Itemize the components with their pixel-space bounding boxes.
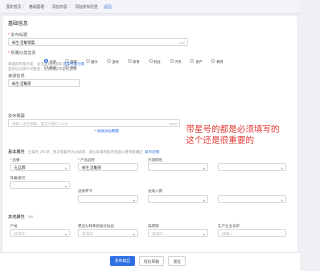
attr-label-audience: 适用人群: [148, 189, 163, 193]
radio-icon: [211, 59, 216, 63]
attr-label-color: 外观颜色: [148, 158, 163, 162]
chevron-down-icon: ▾: [280, 197, 283, 203]
attr-select-8[interactable]: ▾: [218, 195, 286, 203]
breadcrumb-item-add[interactable]: 添加内容: [52, 5, 67, 10]
breadcrumb-item-manage[interactable]: 基础管理: [29, 5, 44, 10]
radio-icon: [190, 59, 195, 63]
style-select[interactable]: ▾: [10, 181, 70, 189]
summary-input[interactable]: 请输入发布摘要，建议不超过100字 0/100: [8, 119, 180, 127]
summary-field-label: 发布摘要: [8, 113, 25, 118]
other-label-special-use: 是否为特殊用途化妆品: [78, 224, 114, 228]
section-title-basic: 基础信息: [8, 21, 29, 27]
preview-button[interactable]: 预览: [168, 256, 186, 266]
category-option[interactable]: 游戏: [106, 59, 119, 64]
product-name-input[interactable]: 新生活集锦: [78, 163, 138, 171]
attr-label-style: 风格/款式: [10, 176, 26, 180]
attr-select-4[interactable]: ▾: [218, 163, 286, 171]
category-field-label: *所属分类信息: [8, 50, 36, 55]
section-title-attributes: 基本属性 已填写 2/8 项，其中带星号为必填项，请认真填写相关信息以便审核通过…: [8, 149, 160, 154]
radio-icon: [106, 59, 111, 63]
shelf-life-select[interactable]: 请选择 ▾: [148, 229, 208, 237]
attributes-help-link[interactable]: 填写说明: [145, 150, 159, 154]
title-input[interactable]: 新生活集锦篇 6/60: [8, 38, 188, 46]
chevron-down-icon: ▾: [64, 183, 67, 189]
publish-button[interactable]: 发布商品: [110, 256, 135, 266]
add-summary-link[interactable]: + 继续添加摘要: [94, 129, 119, 133]
radio-icon: [85, 59, 90, 63]
chevron-down-icon: ▾: [202, 231, 205, 237]
category-option[interactable]: 汽车: [169, 59, 182, 64]
breadcrumb: 我的首页 / 基础管理 / 添加内容 / 添加发布信息 返回: [0, 0, 300, 14]
category-option[interactable]: 体育: [127, 59, 140, 64]
radio-icon: [169, 59, 174, 63]
season-select[interactable]: ▾: [78, 195, 138, 203]
audience-select[interactable]: ▾: [148, 195, 208, 203]
chevron-down-icon: ▾: [280, 165, 283, 171]
attr-label-season: 适用季节: [78, 189, 93, 193]
source-field-label: 来源信息: [8, 73, 25, 78]
attr-label-brand: *品牌: [10, 158, 20, 162]
category-option[interactable]: 房产: [190, 59, 202, 64]
red-annotation: 带星号的都是必须填写的 这个还是很重要的: [186, 125, 286, 147]
breadcrumb-item-current: 添加发布信息: [75, 5, 98, 9]
other-label-manufacturer: 生产企业名称: [218, 224, 240, 228]
section-title-other: 其他属性 0/5: [8, 214, 33, 219]
category-option[interactable]: 教育: [211, 59, 223, 64]
chevron-down-icon: ▾: [64, 231, 67, 237]
source-input[interactable]: 新生活集锦: [8, 79, 80, 87]
chevron-down-icon: ▾: [202, 197, 205, 203]
brand-select[interactable]: 无品牌 ▾: [10, 163, 70, 171]
other-label-shelf-life: 保质期: [148, 224, 159, 228]
breadcrumb-separator: /: [46, 5, 48, 9]
attr-label-product-name: *产品名称: [78, 158, 95, 162]
radio-icon: [148, 59, 153, 63]
radio-icon: [127, 59, 132, 63]
chevron-down-icon: ▾: [202, 165, 205, 171]
special-use-select[interactable]: 请选择 ▾: [78, 229, 138, 237]
back-link[interactable]: 返回: [104, 5, 112, 10]
origin-select[interactable]: 请选择 ▾: [10, 229, 70, 237]
save-draft-button[interactable]: 保存草稿: [139, 256, 164, 266]
other-label-origin: 产地: [10, 224, 18, 228]
category-tip: 发布后分类不可更改，如需调整请重新发布: [8, 67, 77, 71]
color-select[interactable]: ▾: [148, 163, 208, 171]
breadcrumb-separator: /: [23, 5, 25, 9]
chevron-down-icon: ▾: [64, 165, 67, 171]
category-option[interactable]: 娱乐: [85, 59, 98, 64]
chevron-down-icon: ▾: [132, 197, 135, 203]
annotation-line-1: 带星号的都是必须填写的: [186, 125, 280, 135]
annotation-line-2: 这个还是很重要的: [186, 136, 255, 146]
manufacturer-input[interactable]: 请输入: [218, 229, 286, 237]
title-field-label: *发布标题: [8, 32, 28, 37]
category-option[interactable]: 科技: [148, 59, 161, 64]
breadcrumb-item-home[interactable]: 我的首页: [6, 5, 21, 10]
chevron-down-icon: ▾: [132, 231, 135, 237]
breadcrumb-separator: /: [69, 5, 71, 9]
category-link[interactable]: 选择所属分类: [63, 62, 85, 66]
category-hint: 请选择所属分类，点击可切换选择 选择所属分类: [8, 62, 85, 66]
